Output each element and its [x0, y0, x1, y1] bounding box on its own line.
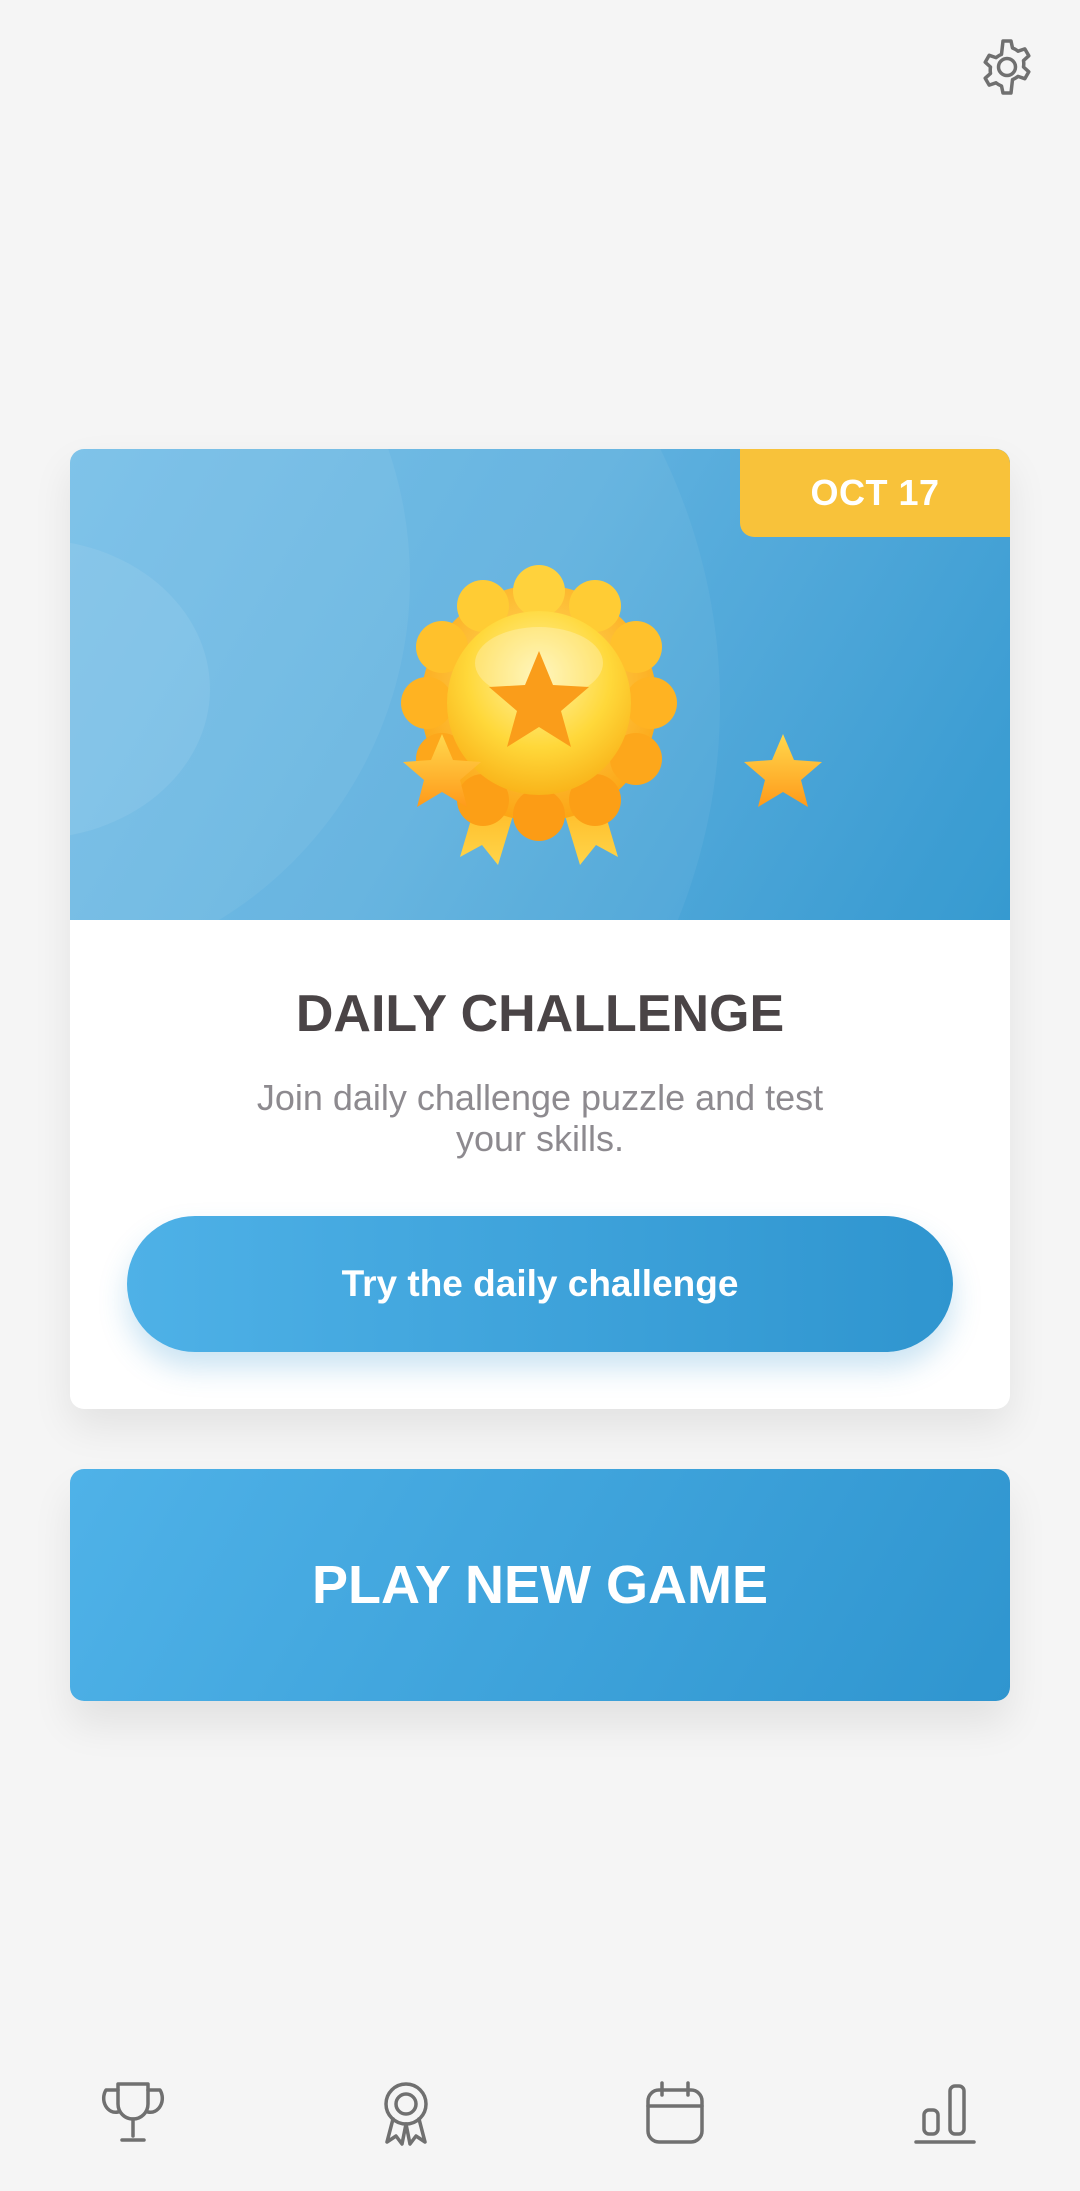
nav-statistics[interactable] — [900, 2068, 990, 2158]
try-daily-challenge-button[interactable]: Try the daily challenge — [127, 1216, 953, 1352]
gear-icon — [983, 39, 1031, 95]
settings-button[interactable] — [972, 32, 1042, 102]
date-badge: OCT 17 — [740, 449, 1010, 537]
right-star — [744, 734, 822, 807]
award-ribbon-icon — [384, 2082, 428, 2146]
bar-chart-icon — [914, 2084, 976, 2144]
daily-challenge-banner: OCT 17 — [70, 449, 1010, 920]
daily-challenge-card: OCT 17 DAILY CHALLENGE Join daily challe… — [70, 449, 1010, 1409]
nav-calendar[interactable] — [630, 2068, 720, 2158]
badge-scallop — [401, 565, 677, 841]
calendar-icon — [646, 2081, 704, 2144]
daily-challenge-title: DAILY CHALLENGE — [295, 985, 785, 1043]
play-new-game-button[interactable]: PLAY NEW GAME — [70, 1469, 1010, 1701]
nav-awards[interactable] — [361, 2068, 451, 2158]
nav-trophies[interactable] — [88, 2068, 178, 2158]
trophy-icon — [101, 2082, 165, 2142]
daily-challenge-description: Join daily challenge puzzle and test you… — [256, 1077, 824, 1159]
